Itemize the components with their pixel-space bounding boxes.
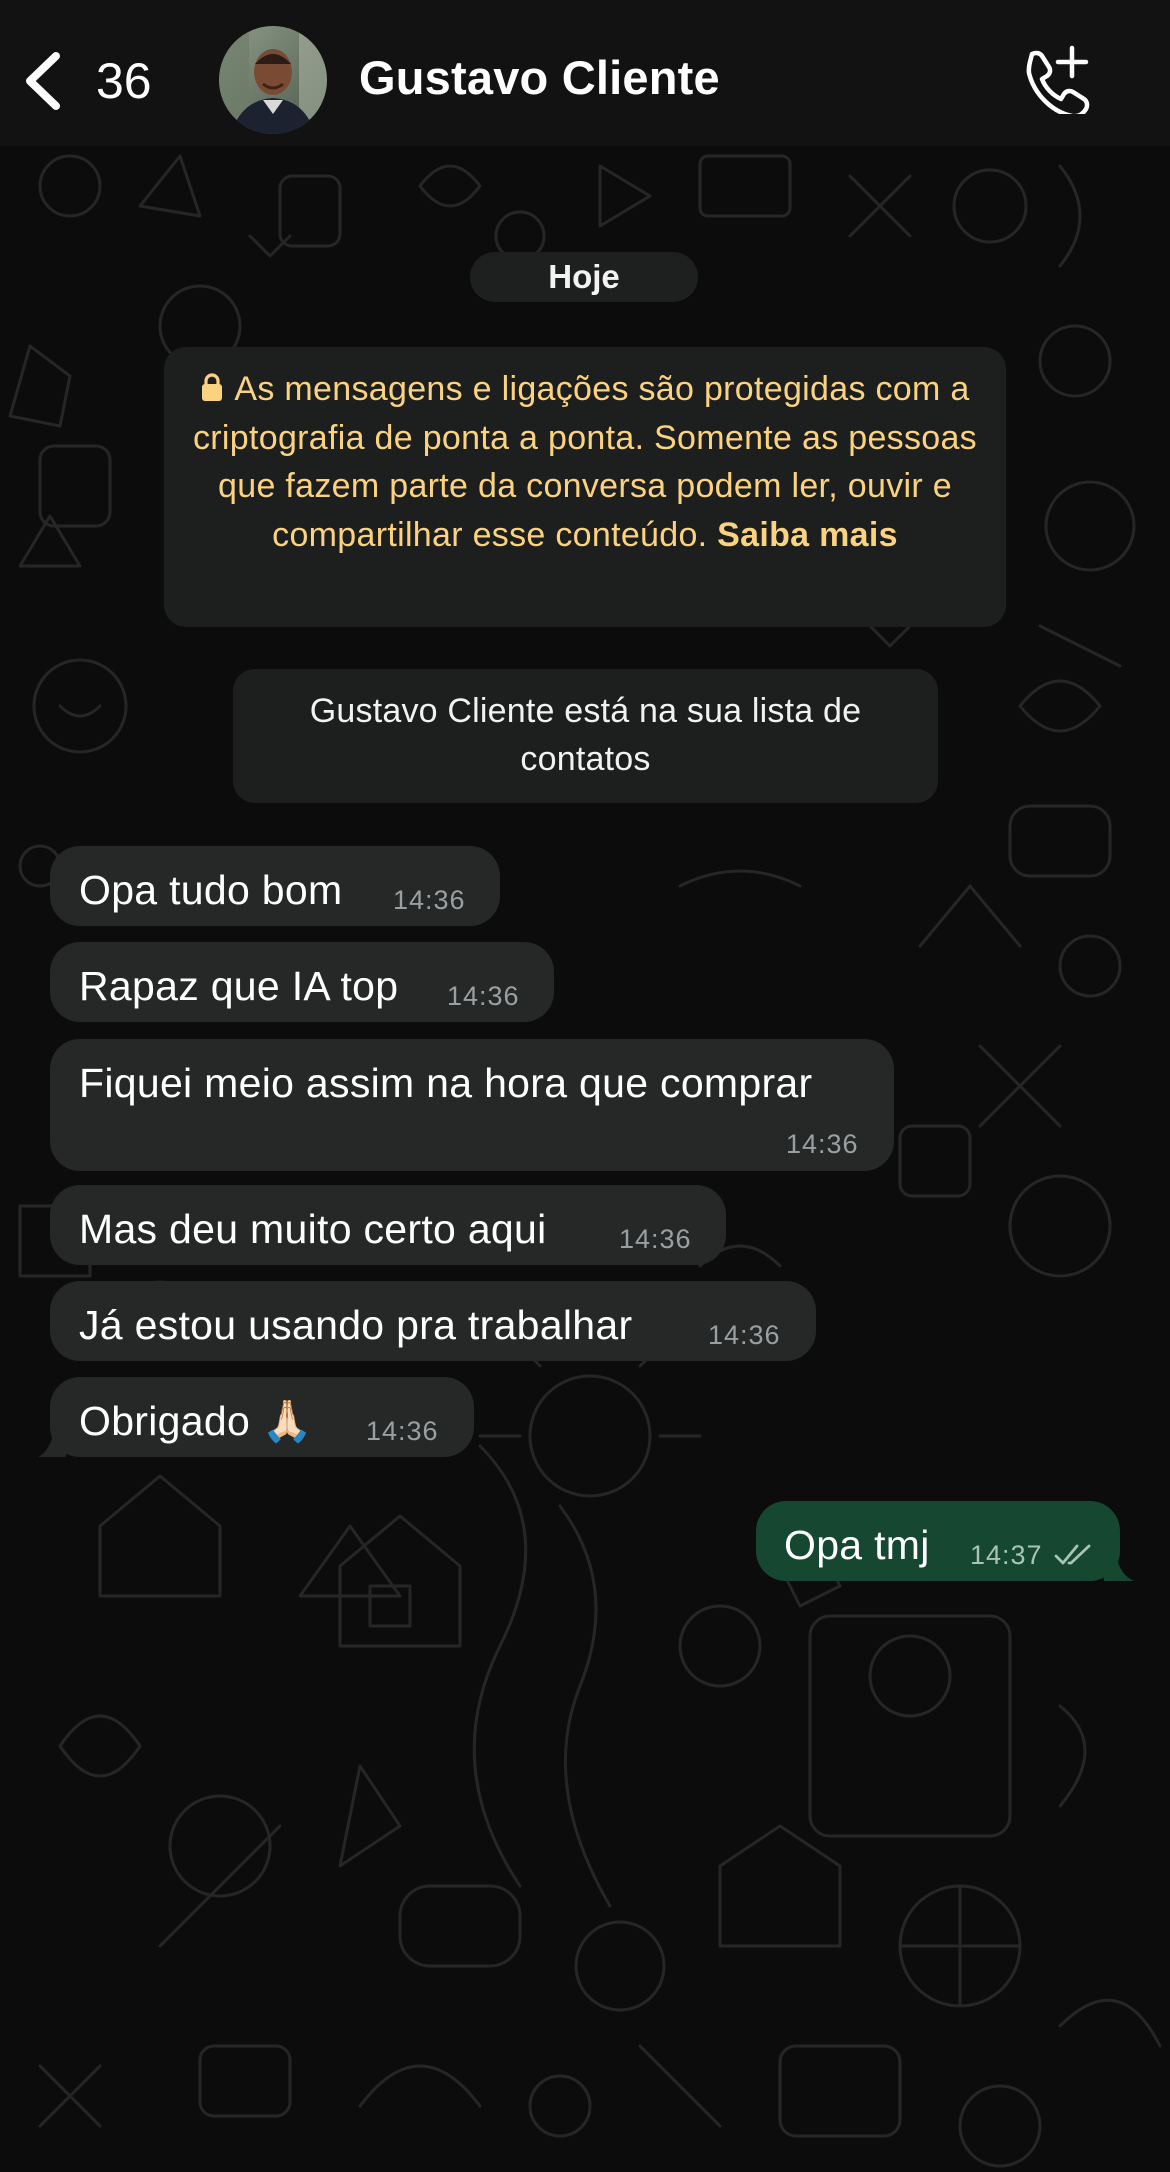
message-time: 14:36 bbox=[393, 885, 466, 915]
message-bubble-incoming[interactable]: Fiquei meio assim na hora que comprar 14… bbox=[50, 1039, 894, 1171]
chevron-left-icon bbox=[26, 52, 60, 110]
back-button[interactable]: 36 bbox=[22, 48, 172, 114]
bubble-tail bbox=[1104, 1555, 1134, 1581]
date-label: Hoje bbox=[548, 258, 620, 295]
message-bubble-outgoing[interactable]: Opa tmj 14:37 bbox=[756, 1501, 1134, 1581]
contact-notice: Gustavo Cliente está na sua lista de con… bbox=[233, 669, 938, 803]
message-text: Mas deu muito certo aqui bbox=[79, 1206, 547, 1252]
message-time: 14:36 bbox=[708, 1320, 781, 1350]
chat-screen: 36 Gustavo Cliente Hoje As mensagens e l… bbox=[0, 0, 1170, 2172]
message-text: Opa tmj bbox=[784, 1522, 930, 1568]
contact-notice-text: Gustavo Cliente está na sua lista de con… bbox=[309, 692, 862, 778]
avatar[interactable] bbox=[219, 26, 327, 134]
contact-name[interactable]: Gustavo Cliente bbox=[359, 50, 720, 105]
unread-count: 36 bbox=[96, 53, 152, 109]
message-text: Rapaz que IA top bbox=[79, 963, 399, 1009]
chat-header: 36 Gustavo Cliente bbox=[0, 0, 1170, 146]
message-time: 14:36 bbox=[447, 981, 520, 1011]
message-bubble-incoming[interactable]: Já estou usando pra trabalhar 14:36 bbox=[50, 1281, 816, 1361]
double-check-icon bbox=[1054, 1544, 1091, 1565]
message-time: 14:36 bbox=[619, 1224, 692, 1254]
message-time: 14:36 bbox=[366, 1416, 439, 1446]
learn-more-link[interactable]: Saiba mais bbox=[717, 516, 898, 554]
lock-icon bbox=[202, 373, 223, 401]
bubble-tail bbox=[38, 1431, 66, 1457]
message-time: 14:37 bbox=[970, 1540, 1043, 1570]
message-bubble-incoming[interactable]: Obrigado 🙏🏻 14:36 bbox=[38, 1377, 474, 1457]
phone-plus-icon bbox=[1026, 45, 1090, 119]
date-separator: Hoje bbox=[470, 252, 698, 302]
message-text: Fiquei meio assim na hora que comprar bbox=[79, 1060, 813, 1106]
message-bubble-incoming[interactable]: Opa tudo bom 14:36 bbox=[50, 846, 500, 926]
encryption-notice[interactable]: As mensagens e ligações são protegidas c… bbox=[164, 347, 1006, 627]
message-text: Obrigado 🙏🏻 bbox=[79, 1398, 314, 1444]
add-call-button[interactable] bbox=[1018, 44, 1092, 119]
message-bubble-incoming[interactable]: Rapaz que IA top 14:36 bbox=[50, 942, 554, 1022]
message-text: Já estou usando pra trabalhar bbox=[79, 1302, 633, 1348]
message-bubble-incoming[interactable]: Mas deu muito certo aqui 14:36 bbox=[50, 1185, 726, 1265]
message-text: Opa tudo bom bbox=[79, 867, 343, 913]
message-time: 14:36 bbox=[786, 1129, 859, 1159]
avatar-image bbox=[219, 26, 327, 134]
